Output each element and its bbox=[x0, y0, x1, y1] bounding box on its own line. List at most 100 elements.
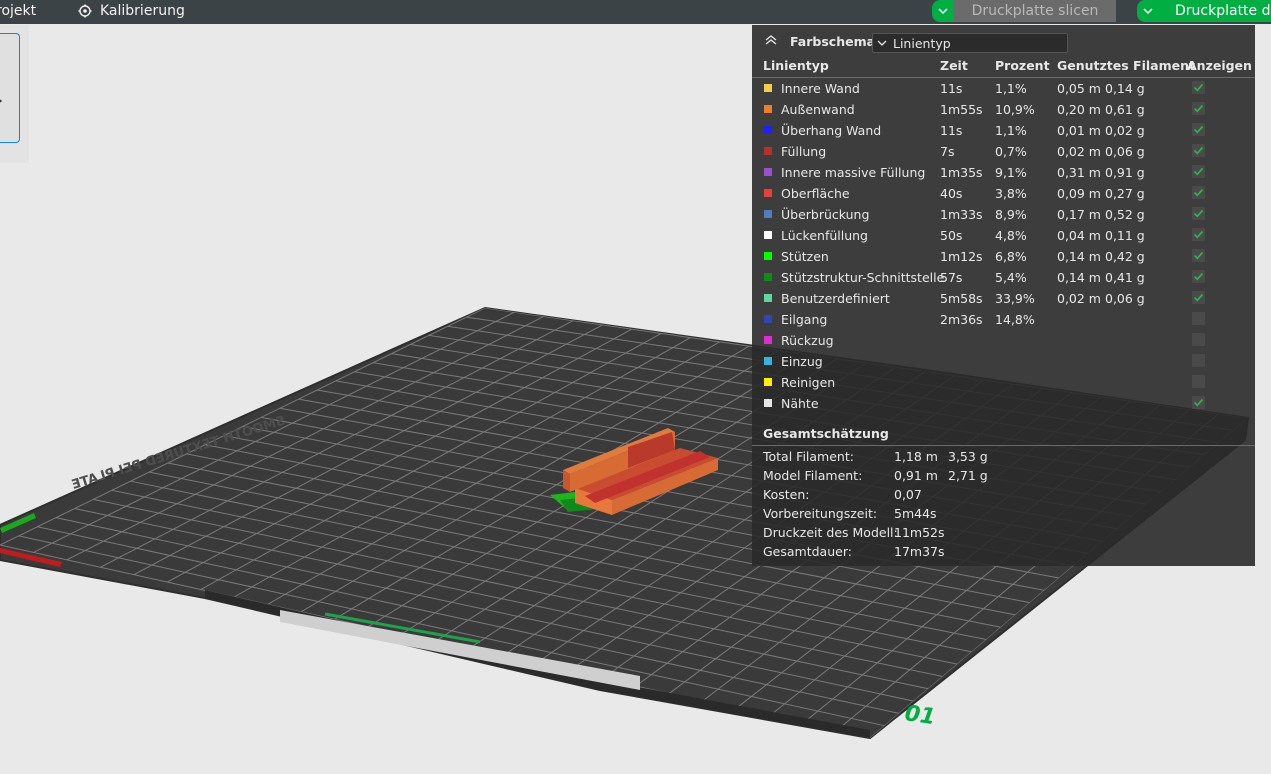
plate-number: 01 bbox=[903, 701, 937, 730]
time-value: 40s bbox=[940, 186, 963, 201]
legend-row: Einzug bbox=[752, 351, 1255, 372]
color-swatch bbox=[764, 147, 772, 155]
checkmark-icon bbox=[1193, 230, 1204, 239]
legend-row: Reinigen bbox=[752, 372, 1255, 393]
summary-label: Gesamtdauer: bbox=[763, 544, 852, 559]
filament-weight: 0,14 g bbox=[1105, 81, 1145, 96]
legend-row: Überbrückung 1m33s 8,9% 0,17 m 0,52 g bbox=[752, 204, 1255, 225]
summary-value-2: 2,71 g bbox=[948, 468, 988, 483]
line-type-label: Stützstruktur-Schnittstelle bbox=[781, 270, 945, 285]
percent-value: 1,1% bbox=[995, 81, 1027, 96]
line-type-label: Eilgang bbox=[781, 312, 828, 327]
filament-length: 0,02 m bbox=[1057, 144, 1101, 159]
summary-label: Total Filament: bbox=[763, 449, 854, 464]
line-type-label: Oberfläche bbox=[781, 186, 850, 201]
summary-value-2: 3,53 g bbox=[948, 449, 988, 464]
summary-row: Kosten: 0,07 bbox=[752, 487, 1255, 506]
show-checkbox[interactable] bbox=[1192, 81, 1205, 94]
checkmark-icon bbox=[1193, 146, 1204, 155]
summary-title: Gesamtschätzung bbox=[763, 426, 889, 441]
percent-value: 14,8% bbox=[995, 312, 1035, 327]
time-value: 50s bbox=[940, 228, 963, 243]
checkmark-icon bbox=[1193, 167, 1204, 176]
summary-value-1: 0,07 bbox=[894, 487, 922, 502]
show-checkbox[interactable] bbox=[1192, 249, 1205, 262]
show-checkbox[interactable] bbox=[1192, 144, 1205, 157]
show-checkbox[interactable] bbox=[1192, 354, 1205, 367]
color-swatch bbox=[764, 357, 772, 365]
show-checkbox[interactable] bbox=[1192, 123, 1205, 136]
checkmark-icon bbox=[1193, 125, 1204, 134]
time-value: 7s bbox=[940, 144, 955, 159]
show-checkbox[interactable] bbox=[1192, 333, 1205, 346]
color-swatch bbox=[764, 336, 772, 344]
color-swatch bbox=[764, 399, 772, 407]
line-type-label: Innere massive Füllung bbox=[781, 165, 926, 180]
show-checkbox[interactable] bbox=[1192, 312, 1205, 325]
show-checkbox[interactable] bbox=[1192, 102, 1205, 115]
filament-weight: 0,11 g bbox=[1105, 228, 1145, 243]
color-scheme-dropdown[interactable]: Linientyp bbox=[872, 33, 1068, 53]
color-swatch bbox=[764, 378, 772, 386]
filament-weight: 0,06 g bbox=[1105, 291, 1145, 306]
header-show: Anzeigen bbox=[1187, 58, 1252, 73]
legend-row: Außenwand 1m55s 10,9% 0,20 m 0,61 g bbox=[752, 99, 1255, 120]
panel-header: Farbschema Linientyp bbox=[752, 25, 1255, 57]
legend-row: Nähte bbox=[752, 393, 1255, 414]
filament-length: 0,01 m bbox=[1057, 123, 1101, 138]
checkmark-icon bbox=[1193, 293, 1204, 302]
filament-weight: 0,02 g bbox=[1105, 123, 1145, 138]
color-scheme-value: Linientyp bbox=[893, 35, 951, 51]
time-value: 57s bbox=[940, 270, 963, 285]
show-checkbox[interactable] bbox=[1192, 375, 1205, 388]
summary-row: Model Filament: 0,91 m 2,71 g bbox=[752, 468, 1255, 487]
color-swatch bbox=[764, 126, 772, 134]
summary-divider bbox=[752, 445, 1255, 446]
summary-row: Vorbereitungszeit: 5m44s bbox=[752, 506, 1255, 525]
filament-weight: 0,61 g bbox=[1105, 102, 1145, 117]
checkmark-icon bbox=[1193, 251, 1204, 260]
time-value: 2m36s bbox=[940, 312, 983, 327]
checkmark-icon bbox=[1193, 272, 1204, 281]
show-checkbox[interactable] bbox=[1192, 207, 1205, 220]
legend-row: Füllung 7s 0,7% 0,02 m 0,06 g bbox=[752, 141, 1255, 162]
percent-value: 0,7% bbox=[995, 144, 1027, 159]
summary-row: Druckzeit des Modell: 11m52s bbox=[752, 525, 1255, 544]
checkmark-icon bbox=[1193, 398, 1204, 407]
summary-value-1: 11m52s bbox=[894, 525, 945, 540]
gcode-legend-panel: Farbschema Linientyp Linientyp Zeit Proz… bbox=[752, 25, 1255, 566]
show-checkbox[interactable] bbox=[1192, 165, 1205, 178]
filament-length: 0,31 m bbox=[1057, 165, 1101, 180]
line-type-label: Nähte bbox=[781, 396, 819, 411]
collapse-icon[interactable] bbox=[764, 34, 778, 46]
line-type-label: Überhang Wand bbox=[781, 123, 882, 138]
show-checkbox[interactable] bbox=[1192, 270, 1205, 283]
summary-label: Model Filament: bbox=[763, 468, 863, 483]
show-checkbox[interactable] bbox=[1192, 228, 1205, 241]
percent-value: 6,8% bbox=[995, 249, 1027, 264]
show-checkbox[interactable] bbox=[1192, 186, 1205, 199]
filament-length: 0,04 m bbox=[1057, 228, 1101, 243]
summary-label: Druckzeit des Modell: bbox=[763, 525, 898, 540]
filament-length: 0,14 m bbox=[1057, 270, 1101, 285]
filament-weight: 0,52 g bbox=[1105, 207, 1145, 222]
time-value: 1m35s bbox=[940, 165, 983, 180]
color-swatch bbox=[764, 273, 772, 281]
time-value: 11s bbox=[940, 123, 963, 138]
filament-weight: 0,91 g bbox=[1105, 165, 1145, 180]
filament-weight: 0,42 g bbox=[1105, 249, 1145, 264]
show-checkbox[interactable] bbox=[1192, 396, 1205, 409]
filament-length: 0,17 m bbox=[1057, 207, 1101, 222]
line-type-label: Rückzug bbox=[781, 333, 834, 348]
line-type-label: Stützen bbox=[781, 249, 829, 264]
checkmark-icon bbox=[1193, 188, 1204, 197]
legend-row: Rückzug bbox=[752, 330, 1255, 351]
summary-label: Kosten: bbox=[763, 487, 810, 502]
legend-row: Stützen 1m12s 6,8% 0,14 m 0,42 g bbox=[752, 246, 1255, 267]
header-filament: Genutztes Filament bbox=[1057, 58, 1195, 73]
time-value: 11s bbox=[940, 81, 963, 96]
line-type-label: Einzug bbox=[781, 354, 823, 369]
legend-row: Benutzerdefiniert 5m58s 33,9% 0,02 m 0,06 g bbox=[752, 288, 1255, 309]
show-checkbox[interactable] bbox=[1192, 291, 1205, 304]
color-swatch bbox=[764, 252, 772, 260]
